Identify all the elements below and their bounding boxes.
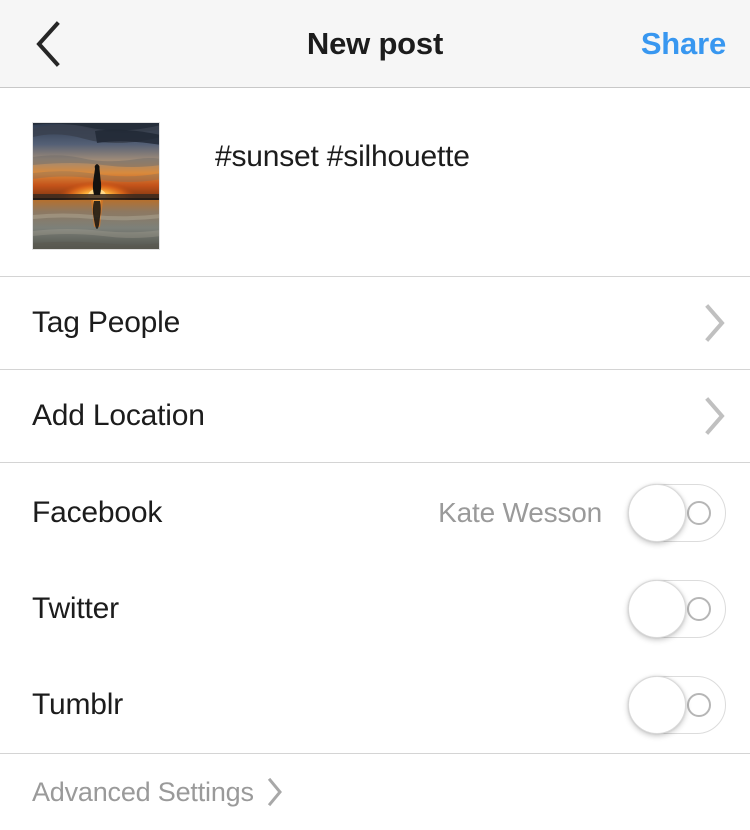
chevron-right-icon	[704, 304, 726, 342]
toggle-off-indicator-icon	[687, 693, 711, 717]
facebook-toggle[interactable]	[628, 484, 726, 542]
chevron-left-icon	[33, 20, 63, 68]
caption-section: #sunset #silhouette	[0, 88, 750, 277]
row-facebook[interactable]: Facebook Kate Wesson	[0, 465, 750, 561]
post-thumbnail[interactable]	[32, 122, 160, 250]
chevron-right-icon	[704, 397, 726, 435]
row-tag-people-label: Tag People	[32, 306, 181, 339]
advanced-settings-button[interactable]: Advanced Settings	[0, 754, 750, 830]
social-share-group: Facebook Kate Wesson Twitter Tumblr	[0, 463, 750, 754]
tumblr-toggle-holder	[628, 676, 726, 734]
toggle-knob	[628, 676, 686, 734]
row-twitter-label: Twitter	[32, 592, 119, 625]
toggle-knob	[628, 580, 686, 638]
page-title: New post	[306, 26, 444, 61]
row-add-location-label: Add Location	[32, 399, 205, 432]
facebook-toggle-holder	[628, 484, 726, 542]
navigation-bar: New post Share	[0, 0, 750, 88]
toggle-off-indicator-icon	[687, 501, 711, 525]
row-tumblr[interactable]: Tumblr	[0, 657, 750, 753]
facebook-account-name: Kate Wesson	[438, 497, 602, 528]
row-tumblr-label: Tumblr	[32, 688, 124, 721]
row-twitter[interactable]: Twitter	[0, 561, 750, 657]
toggle-off-indicator-icon	[687, 597, 711, 621]
back-button[interactable]	[0, 0, 96, 88]
row-tag-people[interactable]: Tag People	[0, 277, 750, 370]
new-post-screen: New post Share #sunset #silhouette Tag P…	[0, 0, 750, 830]
advanced-settings-label: Advanced Settings	[32, 776, 254, 807]
thumbnail-image	[33, 123, 159, 249]
tumblr-toggle[interactable]	[628, 676, 726, 734]
caption-text[interactable]: #sunset #silhouette	[215, 139, 470, 175]
twitter-toggle-holder	[628, 580, 726, 638]
chevron-right-icon	[266, 777, 284, 807]
twitter-toggle[interactable]	[628, 580, 726, 638]
toggle-knob	[628, 484, 686, 542]
row-add-location[interactable]: Add Location	[0, 370, 750, 463]
row-facebook-label: Facebook	[32, 496, 163, 529]
share-button[interactable]: Share	[641, 0, 726, 88]
